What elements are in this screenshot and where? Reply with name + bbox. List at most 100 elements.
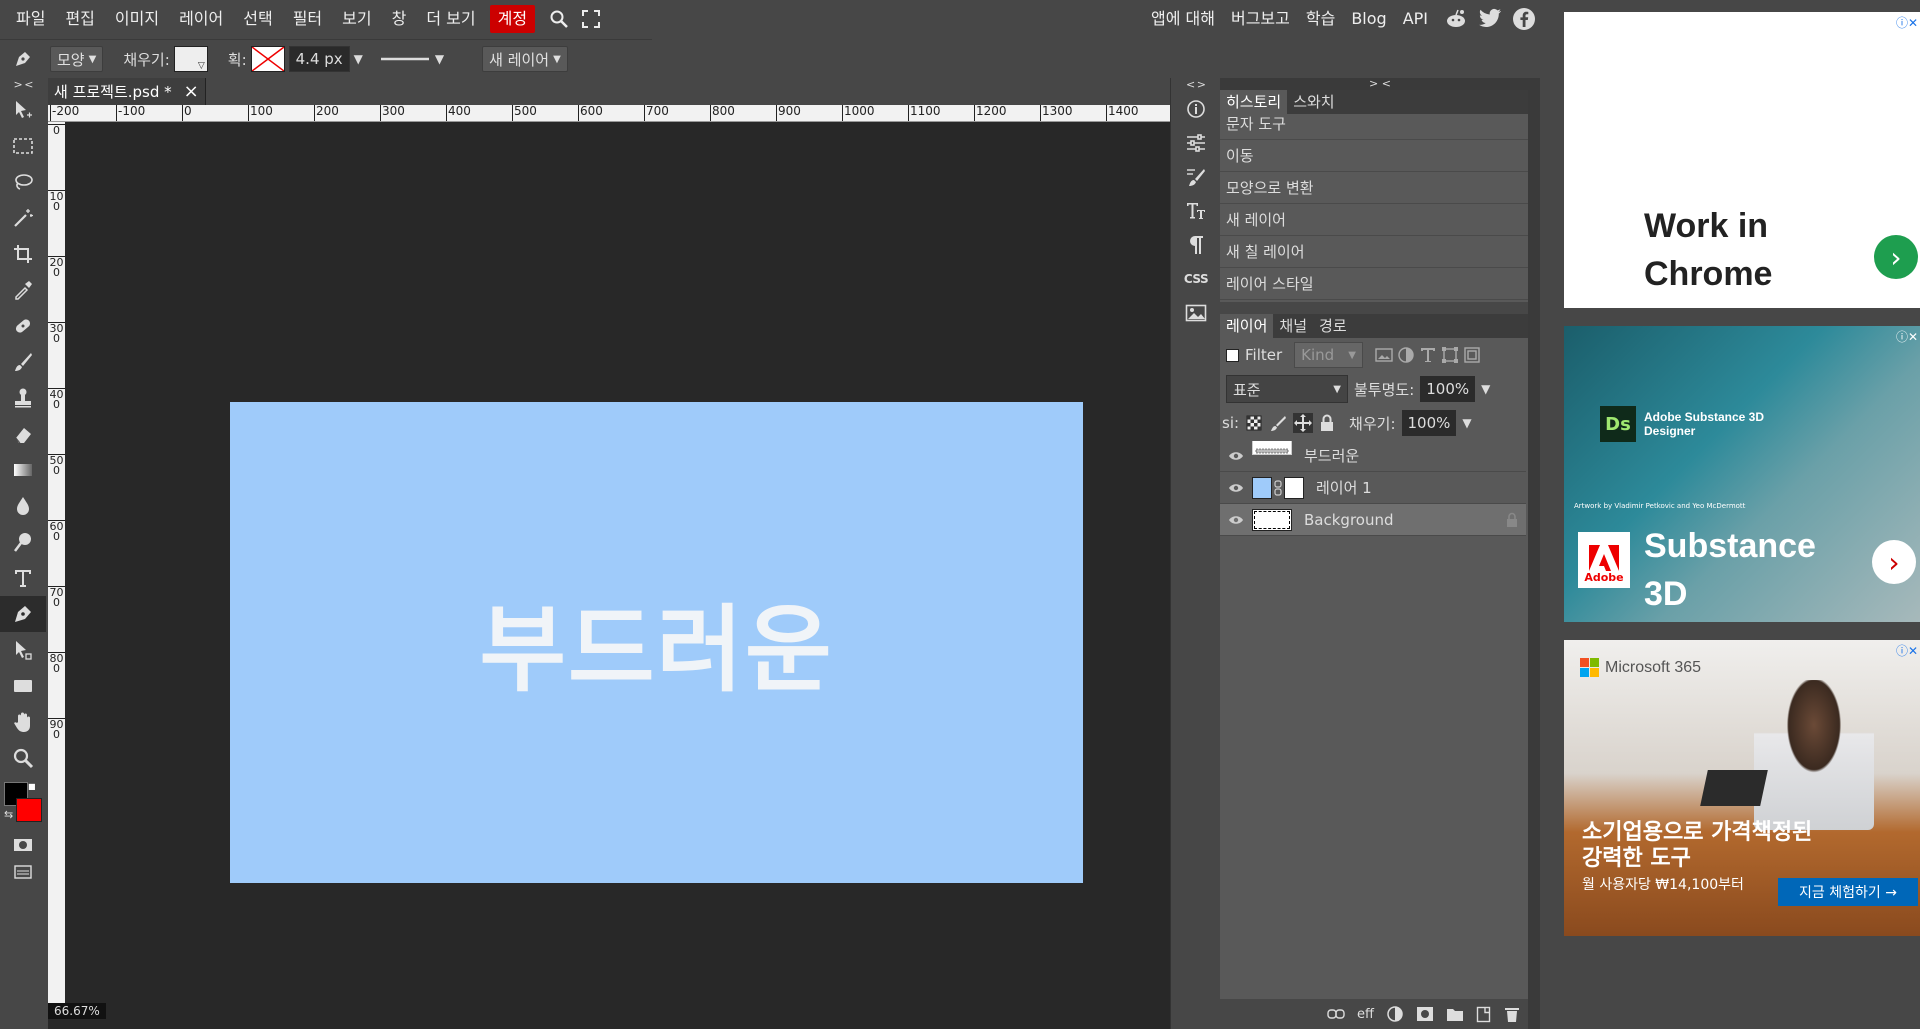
tab-swatches[interactable]: 스와치 <box>1287 90 1340 114</box>
screen-mode-icon[interactable] <box>0 860 46 884</box>
new-layer-icon[interactable] <box>1476 1005 1492 1023</box>
lock-icon[interactable] <box>1506 512 1518 532</box>
panel-collapse-toggle[interactable]: > < <box>1220 78 1540 90</box>
horizontal-ruler[interactable]: -200 -100 0 100 200 300 400 500 600 700 … <box>48 105 1170 122</box>
lock-pixels-icon[interactable] <box>1269 414 1287 432</box>
facebook-icon[interactable] <box>1510 5 1538 33</box>
eyedropper-icon[interactable] <box>0 272 46 308</box>
new-layer-dropdown[interactable]: 새 레이어 ▼ <box>482 46 568 72</box>
link-layers-icon[interactable] <box>1327 1009 1345 1019</box>
tab-paths[interactable]: 경로 <box>1313 314 1353 338</box>
pen-tool-icon[interactable] <box>0 596 46 632</box>
menu-account[interactable]: 계정 <box>489 4 536 33</box>
ad-cta-button[interactable]: 지금 체험하기 → <box>1778 878 1918 906</box>
reddit-icon[interactable] <box>1442 5 1470 33</box>
opacity-input[interactable]: 100% <box>1420 376 1476 402</box>
background-color[interactable] <box>16 798 42 822</box>
trash-icon[interactable] <box>1504 1005 1520 1023</box>
menu-select[interactable]: 선택 <box>233 5 282 33</box>
eye-icon[interactable] <box>1220 482 1252 494</box>
chevron-right-icon[interactable]: › <box>1872 540 1916 584</box>
menu-more[interactable]: 더 보기 <box>416 5 485 33</box>
chevron-down-icon[interactable]: ▼ <box>354 52 363 66</box>
stroke-style-dropdown[interactable]: ▼ <box>380 52 444 66</box>
marquee-tool-icon[interactable] <box>0 128 46 164</box>
fullscreen-icon[interactable] <box>577 5 605 33</box>
menu-image[interactable]: 이미지 <box>105 5 169 33</box>
document-tab[interactable]: 새 프로젝트.psd * × <box>48 78 206 105</box>
layer-effects-button[interactable]: eff <box>1357 1007 1374 1022</box>
link-blog[interactable]: Blog <box>1343 5 1394 33</box>
menu-window[interactable]: 창 <box>382 5 417 33</box>
lock-transparency-icon[interactable] <box>1245 414 1263 432</box>
new-group-icon[interactable] <box>1446 1006 1464 1022</box>
layer-item[interactable]: 부드러운 <box>1220 440 1526 472</box>
filter-type-icon[interactable] <box>1419 346 1437 364</box>
history-item[interactable]: 레이어 스타일 <box>1220 268 1540 300</box>
layer-name[interactable]: Background <box>1304 511 1394 529</box>
lock-position-icon[interactable] <box>1293 413 1314 433</box>
image-icon[interactable] <box>1171 296 1221 330</box>
tab-layers[interactable]: 레이어 <box>1220 314 1274 338</box>
close-icon[interactable]: × <box>184 81 199 102</box>
twitter-icon[interactable] <box>1476 5 1504 33</box>
chain-link-icon[interactable] <box>1274 479 1282 496</box>
document-canvas[interactable]: 부드러운 <box>230 402 1083 883</box>
menu-layer[interactable]: 레이어 <box>169 5 233 33</box>
stroke-swatch[interactable] <box>250 46 285 72</box>
tab-channels[interactable]: 채널 <box>1273 314 1313 338</box>
add-mask-icon[interactable] <box>1416 1006 1434 1022</box>
menu-edit[interactable]: 편집 <box>55 5 104 33</box>
ad-info-close-icon[interactable]: ⓘ✕ <box>1896 14 1918 31</box>
filter-shape-icon[interactable] <box>1441 346 1459 364</box>
eraser-icon[interactable] <box>0 416 46 452</box>
link-api[interactable]: API <box>1395 5 1436 33</box>
quick-mask-icon[interactable] <box>0 830 46 860</box>
rectangle-tool-icon[interactable] <box>0 668 46 704</box>
eye-icon[interactable] <box>1220 514 1252 526</box>
layer-name[interactable]: 레이어 1 <box>1316 477 1372 498</box>
vertical-ruler[interactable]: 0 100 200 300 400 500 600 700 800 900 <box>48 122 65 1008</box>
adjustment-layer-icon[interactable] <box>1386 1005 1404 1023</box>
default-colors-icon[interactable]: ■ <box>28 782 36 791</box>
ad-info-close-icon[interactable]: ⓘ✕ <box>1896 328 1918 345</box>
ad-adobe-substance[interactable]: ⓘ✕ Ds Adobe Substance 3D Designer Artwor… <box>1564 326 1920 622</box>
chevron-down-icon[interactable]: ▼ <box>1462 416 1471 430</box>
filter-checkbox[interactable] <box>1226 348 1239 362</box>
ad-chrome[interactable]: ⓘ✕ Work in Chrome › <box>1564 12 1920 308</box>
zoom-level[interactable]: 66.67% <box>48 1003 106 1019</box>
menu-filter[interactable]: 필터 <box>283 5 332 33</box>
crop-tool-icon[interactable] <box>0 236 46 272</box>
healing-brush-icon[interactable] <box>0 308 46 344</box>
menu-file[interactable]: 파일 <box>6 5 55 33</box>
type-tool-icon[interactable] <box>0 560 46 596</box>
link-learn[interactable]: 학습 <box>1298 5 1343 33</box>
tools-collapse-toggle[interactable]: > < <box>0 78 46 92</box>
chevron-right-icon[interactable]: › <box>1874 235 1918 279</box>
history-item[interactable]: 문자 도구 <box>1220 114 1540 140</box>
gradient-tool-icon[interactable] <box>0 452 46 488</box>
layer-item-selected[interactable]: Background <box>1220 504 1526 536</box>
layer-mask-thumbnail[interactable] <box>1284 476 1304 499</box>
fill-input[interactable]: 100% <box>1401 410 1457 436</box>
link-about[interactable]: 앱에 대해 <box>1143 5 1223 33</box>
adjustments-icon[interactable] <box>1171 126 1221 160</box>
layer-item[interactable]: 레이어 1 <box>1220 472 1526 504</box>
paragraph-icon[interactable] <box>1171 228 1221 262</box>
blend-mode-dropdown[interactable]: 표준 ▼ <box>1226 375 1348 403</box>
hand-tool-icon[interactable] <box>0 704 46 740</box>
history-item[interactable]: 모양으로 변환 <box>1220 172 1540 204</box>
layer-name[interactable]: 부드러운 <box>1304 445 1359 466</box>
swap-colors-icon[interactable]: ⇆ <box>4 808 13 821</box>
history-item[interactable]: 이동 <box>1220 140 1540 172</box>
css-icon[interactable]: CSS <box>1171 262 1221 296</box>
magic-wand-icon[interactable] <box>0 200 46 236</box>
clone-stamp-icon[interactable] <box>0 380 46 416</box>
ad-info-close-icon[interactable]: ⓘ✕ <box>1896 642 1918 659</box>
filter-image-icon[interactable] <box>1375 347 1393 363</box>
lock-all-icon[interactable] <box>1319 414 1335 432</box>
color-swatches[interactable]: ■ ⇆ <box>0 782 46 824</box>
shape-mode-dropdown[interactable]: 모양 ▼ <box>50 46 104 72</box>
zoom-tool-icon[interactable] <box>0 740 46 776</box>
canvas-text-layer[interactable]: 부드러운 <box>480 574 834 710</box>
